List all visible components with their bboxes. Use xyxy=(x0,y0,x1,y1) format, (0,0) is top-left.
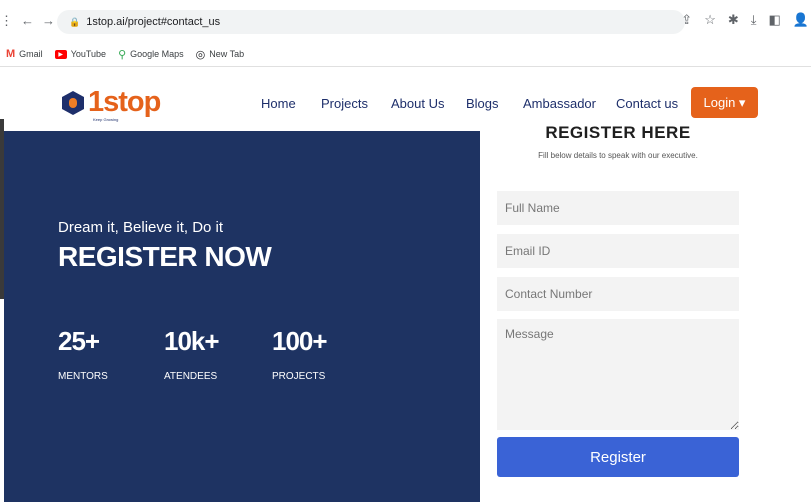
contact-number-input[interactable] xyxy=(497,277,739,311)
stat-mentors: 25+ MENTORS xyxy=(58,326,108,382)
star-icon[interactable]: ☆ xyxy=(704,12,716,28)
site-logo[interactable]: 1stop Keep Growing xyxy=(62,86,161,122)
nav-contact-us[interactable]: Contact us xyxy=(616,96,678,111)
toolbar-icons: ⇪ ☆ ✱ ⤓ ◧ 👤 xyxy=(681,12,809,28)
site-header: 1stop Keep Growing Home Projects About U… xyxy=(0,67,811,131)
youtube-icon: ▶ xyxy=(54,49,67,59)
full-name-input[interactable] xyxy=(497,191,739,225)
message-textarea[interactable] xyxy=(497,319,739,430)
bookmark-new-tab[interactable]: ◎ New Tab xyxy=(196,48,244,61)
bookmark-label: YouTube xyxy=(70,49,107,59)
bookmark-youtube[interactable]: ▶ YouTube xyxy=(54,49,107,59)
download-icon[interactable]: ⤓ xyxy=(751,12,757,28)
nav-ambassador[interactable]: Ambassador xyxy=(523,96,596,111)
address-bar[interactable]: 🔒 1stop.ai/project#contact_us xyxy=(57,10,685,34)
login-button[interactable]: Login ▾ xyxy=(691,87,758,118)
back-icon[interactable]: ← xyxy=(21,14,34,28)
gmail-icon: M xyxy=(6,48,16,60)
stat-label: MENTORS xyxy=(58,371,108,382)
nav-about-us[interactable]: About Us xyxy=(391,96,444,111)
nav-home[interactable]: Home xyxy=(261,96,296,111)
stat-label: PROJECTS xyxy=(272,371,326,382)
stat-attendees: 10k+ ATENDEES xyxy=(164,326,220,382)
stat-label: ATENDEES xyxy=(164,371,218,382)
form-subtitle: Fill below details to speak with our exe… xyxy=(538,151,698,160)
form-title: REGISTER HERE xyxy=(545,123,691,141)
globe-icon: ◎ xyxy=(195,48,206,61)
bookmarks-bar: M Gmail ▶ YouTube ⚲ Google Maps ◎ New Ta… xyxy=(0,44,244,64)
logo-hexagon-icon xyxy=(62,91,84,115)
bookmark-google-maps[interactable]: ⚲ Google Maps xyxy=(118,48,184,61)
share-icon[interactable]: ⇪ xyxy=(681,12,692,28)
lock-icon[interactable]: 🔒 xyxy=(69,17,80,28)
browser-toolbar: ⋮ ← → C 🔒 1stop.ai/project#contact_us ⇪ … xyxy=(0,0,811,42)
email-input[interactable] xyxy=(497,234,739,268)
sidebar-icon[interactable]: ◧ xyxy=(769,12,781,28)
menu-dots-icon[interactable]: ⋮ xyxy=(0,14,13,28)
nav-blogs[interactable]: Blogs xyxy=(466,96,499,111)
hero-headline: REGISTER NOW xyxy=(58,241,272,272)
register-form-card: REGISTER HERE Fill below details to spea… xyxy=(480,123,756,502)
bookmark-gmail[interactable]: M Gmail xyxy=(6,48,43,60)
nav-projects[interactable]: Projects xyxy=(321,96,368,111)
stat-projects: 100+ PROJECTS xyxy=(272,326,328,382)
logo-tagline: Keep Growing xyxy=(93,117,119,122)
hero-tagline: Dream it, Believe it, Do it xyxy=(58,219,224,236)
stat-value: 25+ xyxy=(58,326,100,356)
logo-text: 1stop xyxy=(88,86,161,118)
register-button[interactable]: Register xyxy=(497,437,739,477)
forward-icon[interactable]: → xyxy=(42,14,55,28)
bookmark-label: New Tab xyxy=(209,49,245,59)
bookmark-label: Google Maps xyxy=(130,49,184,59)
address-url: 1stop.ai/project#contact_us xyxy=(86,16,221,28)
extensions-icon[interactable]: ✱ xyxy=(728,12,739,28)
profile-icon[interactable]: 👤 xyxy=(793,12,809,28)
stat-value: 100+ xyxy=(272,326,328,356)
bookmark-label: Gmail xyxy=(19,49,43,59)
maps-icon: ⚲ xyxy=(118,48,127,61)
stat-value: 10k+ xyxy=(164,326,220,356)
